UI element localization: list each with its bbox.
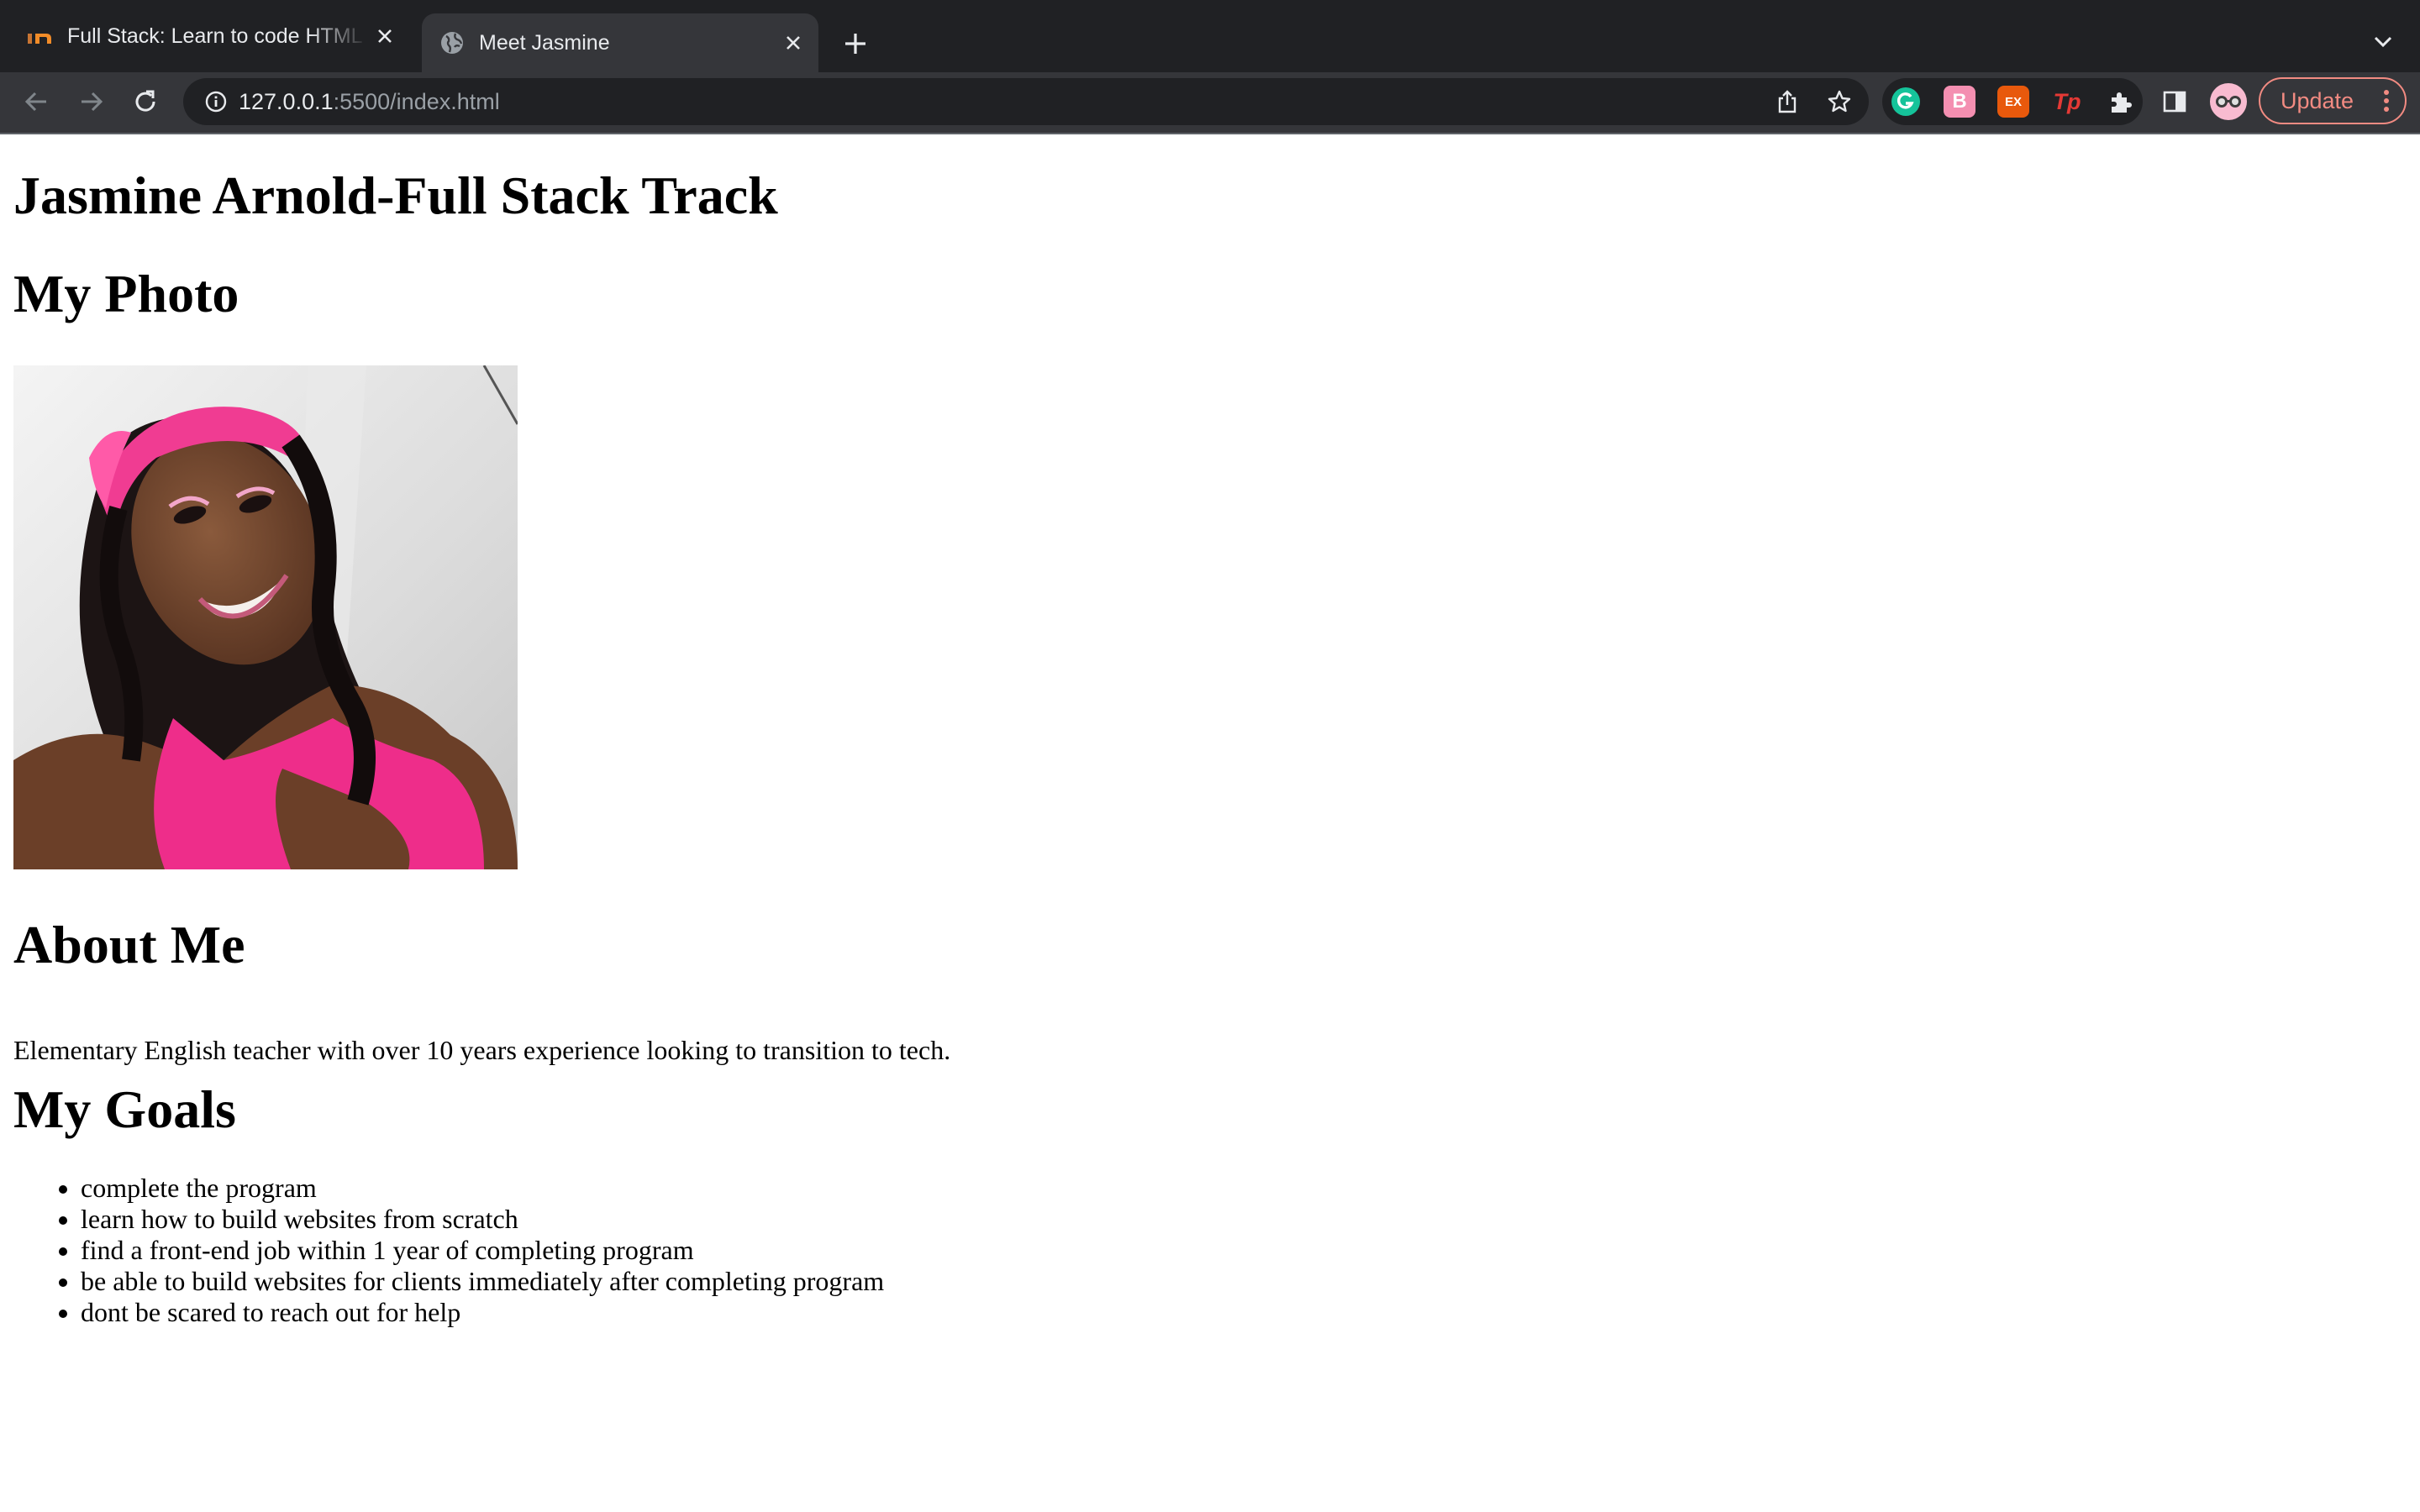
bookmark-star-icon[interactable] xyxy=(1823,86,1855,118)
info-icon[interactable] xyxy=(200,86,232,118)
list-item: learn how to build websites from scratch xyxy=(81,1204,884,1235)
list-item: be able to build websites for clients im… xyxy=(81,1266,884,1297)
update-button-label: Update xyxy=(2281,88,2354,113)
extensions-puzzle-icon[interactable] xyxy=(2105,86,2137,118)
globe-icon xyxy=(435,30,469,55)
side-panel-icon[interactable] xyxy=(2159,86,2191,118)
learning-platform-logo-icon xyxy=(24,27,57,45)
share-icon[interactable] xyxy=(1771,86,1803,118)
goals-list: complete the program learn how to build … xyxy=(13,1173,884,1328)
tab-title: Full Stack: Learn to code HTML xyxy=(67,24,363,48)
grammarly-extension-icon[interactable] xyxy=(1890,86,1922,118)
back-arrow-icon[interactable] xyxy=(15,81,57,123)
new-tab-icon[interactable] xyxy=(837,25,874,62)
toolbar-divider xyxy=(0,133,2420,134)
url-host: 127.0.0.1 xyxy=(239,89,334,114)
address-bar[interactable]: 127.0.0.1:5500/index.html xyxy=(183,78,1869,125)
list-item: find a front-end job within 1 year of co… xyxy=(81,1235,884,1266)
tab-meet-jasmine[interactable]: Meet Jasmine xyxy=(422,13,818,72)
tab-full-stack[interactable]: Full Stack: Learn to code HTML xyxy=(24,0,410,72)
about-text: Elementary English teacher with over 10 … xyxy=(13,1035,951,1065)
profile-avatar-icon[interactable] xyxy=(2210,83,2247,120)
close-tab-icon[interactable] xyxy=(776,26,810,60)
photo-heading: My Photo xyxy=(13,264,239,323)
chevron-down-icon[interactable] xyxy=(2366,25,2400,59)
page-title: Jasmine Arnold-Full Stack Track xyxy=(13,165,778,225)
list-item: dont be scared to reach out for help xyxy=(81,1297,884,1328)
update-button[interactable]: Update xyxy=(2259,77,2407,124)
about-heading: About Me xyxy=(13,915,245,974)
profile-photo xyxy=(13,365,519,869)
b-extension-icon[interactable]: B xyxy=(1944,86,1975,118)
tab-title: Meet Jasmine xyxy=(479,30,610,55)
reload-icon[interactable] xyxy=(124,81,166,123)
more-menu-icon[interactable] xyxy=(2383,89,2390,113)
forward-arrow-icon[interactable] xyxy=(71,81,113,123)
url-path: :5500/index.html xyxy=(333,89,500,114)
goals-heading: My Goals xyxy=(13,1079,236,1139)
close-tab-icon[interactable] xyxy=(368,19,402,53)
tp-extension-icon[interactable]: Tp xyxy=(2051,86,2083,118)
ex-extension-icon[interactable]: EX xyxy=(1997,86,2029,118)
address-url[interactable]: 127.0.0.1:5500/index.html xyxy=(239,78,500,125)
list-item: complete the program xyxy=(81,1173,884,1204)
